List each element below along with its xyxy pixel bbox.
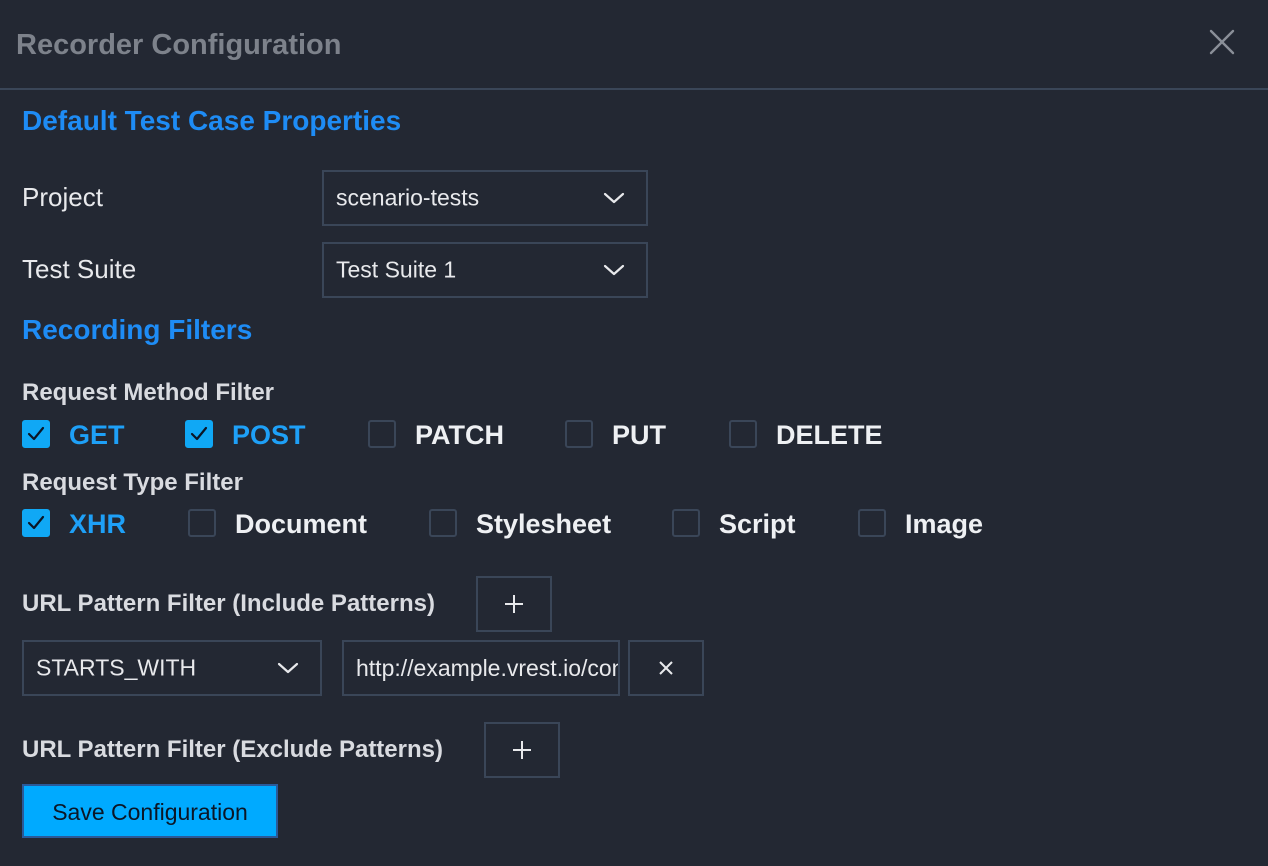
add-exclude-pattern-button[interactable] — [484, 722, 560, 778]
match-type-value: STARTS_WITH — [36, 654, 197, 681]
checkbox-box[interactable] — [429, 509, 457, 537]
project-label: Project — [22, 182, 103, 212]
method-label-patch: PATCH — [415, 420, 504, 450]
checkmark-icon — [27, 515, 45, 530]
save-configuration-button[interactable]: Save Configuration — [22, 784, 278, 838]
project-select-value: scenario-tests — [336, 184, 480, 211]
chevron-down-icon — [276, 660, 300, 676]
test-suite-select-value: Test Suite 1 — [336, 256, 457, 283]
include-pattern-url-input[interactable] — [356, 642, 618, 694]
section-title-default-properties: Default Test Case Properties — [22, 105, 402, 136]
recorder-configuration-dialog: Recorder Configuration Default Test Case… — [0, 0, 1268, 866]
checkbox-box[interactable] — [368, 420, 396, 448]
dialog-header: Recorder Configuration — [0, 0, 1268, 90]
checkmark-icon — [27, 426, 45, 441]
type-label-stylesheet: Stylesheet — [476, 509, 612, 539]
dialog-title: Recorder Configuration — [16, 29, 342, 61]
checkbox-box[interactable] — [672, 509, 700, 537]
checkbox-box[interactable] — [22, 420, 50, 448]
exclude-patterns-label: URL Pattern Filter (Exclude Patterns) — [22, 736, 443, 763]
plus-icon — [505, 595, 523, 613]
include-pattern-url-field[interactable] — [342, 640, 620, 696]
remove-include-pattern-button[interactable] — [628, 640, 704, 696]
chevron-down-icon — [602, 190, 626, 206]
checkbox-box[interactable] — [565, 420, 593, 448]
close-button[interactable] — [1204, 24, 1240, 60]
method-label-delete: DELETE — [776, 420, 883, 450]
test-suite-label: Test Suite — [22, 254, 137, 284]
checkbox-box[interactable] — [188, 509, 216, 537]
plus-icon — [513, 741, 531, 759]
chevron-down-icon — [602, 262, 626, 278]
include-pattern-match-type-select[interactable]: STARTS_WITH — [22, 640, 322, 696]
checkbox-box[interactable] — [729, 420, 757, 448]
checkbox-box[interactable] — [185, 420, 213, 448]
project-select[interactable]: scenario-tests — [322, 170, 648, 226]
type-label-xhr: XHR — [69, 509, 127, 539]
type-label-document: Document — [235, 509, 368, 539]
checkbox-box[interactable] — [858, 509, 886, 537]
close-icon — [1209, 29, 1235, 55]
section-title-recording-filters: Recording Filters — [22, 314, 253, 345]
checkmark-icon — [190, 426, 208, 441]
type-label-script: Script — [719, 509, 796, 539]
test-suite-select[interactable]: Test Suite 1 — [322, 242, 648, 298]
checkbox-box[interactable] — [22, 509, 50, 537]
request-type-filter-label: Request Type Filter — [22, 469, 243, 496]
method-label-post: POST — [232, 420, 306, 450]
close-icon — [659, 661, 673, 675]
type-label-image: Image — [905, 509, 984, 539]
method-label-put: PUT — [612, 420, 666, 450]
add-include-pattern-button[interactable] — [476, 576, 552, 632]
method-label-get: GET — [69, 420, 125, 450]
include-patterns-label: URL Pattern Filter (Include Patterns) — [22, 590, 435, 617]
request-method-filter-label: Request Method Filter — [22, 379, 275, 406]
